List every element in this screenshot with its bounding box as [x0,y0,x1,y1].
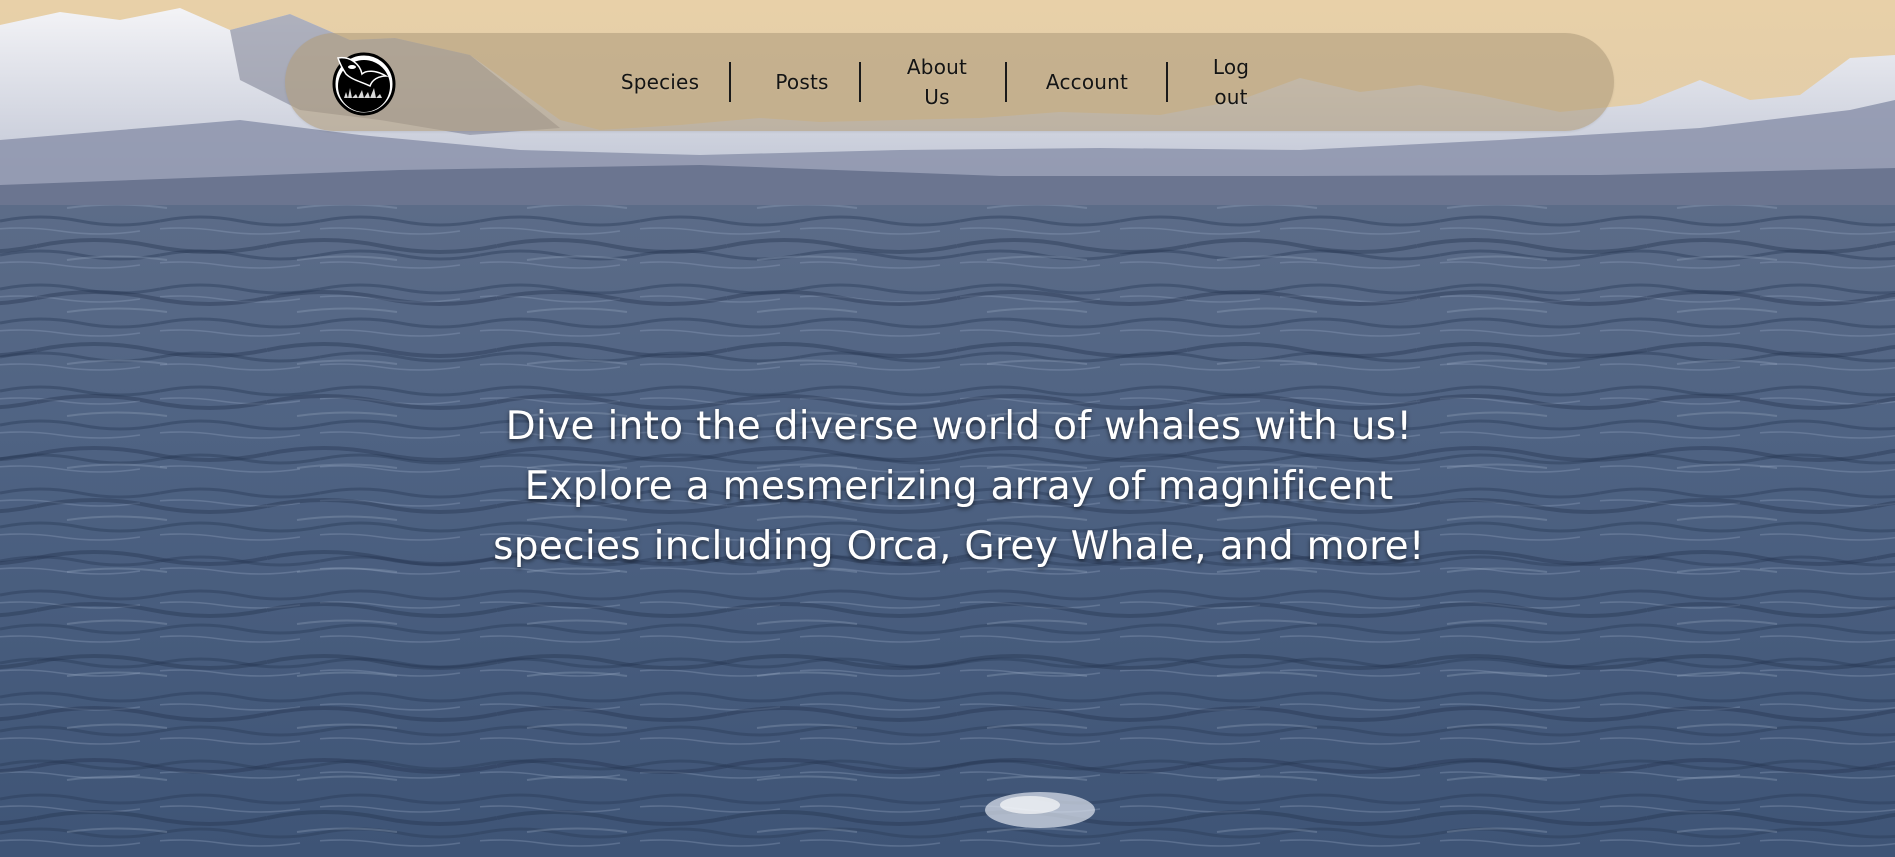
nav-divider [729,62,731,102]
nav-divider [859,62,861,102]
nav-item-account-label: Account [1045,70,1129,94]
hero-tagline: Dive into the diverse world of whales wi… [448,397,1470,577]
hero-tagline-line-2: Explore a mesmerizing array of magnifice… [524,464,1394,509]
nav-item-logout-label-line2: out [1214,85,1248,109]
hero-tagline-line-3: species including Orca, Grey Whale, and … [493,524,1425,569]
nav-item-about-us-label-line1: About [906,55,968,79]
nav-item-logout-label-line1: Log [1212,55,1250,79]
nav-item-species[interactable]: Species [605,33,715,131]
nav-divider [1005,62,1007,102]
nav-divider [1166,62,1168,102]
main-nav: Species Posts About Us Account Log out [285,33,1614,131]
nav-item-posts[interactable]: Posts [747,33,857,131]
hero-tagline-line-1: Dive into the diverse world of whales wi… [505,404,1413,449]
hero-section: Species Posts About Us Account Log out D… [0,0,1895,857]
nav-item-logout[interactable]: Log out [1181,33,1281,131]
nav-item-account[interactable]: Account [1023,33,1151,131]
nav-item-about-us-label-line2: Us [924,85,950,109]
nav-item-about-us[interactable]: About Us [877,33,997,131]
navigation-bar: Species Posts About Us Account Log out [285,33,1614,131]
nav-item-species-label: Species [620,70,700,94]
nav-item-posts-label: Posts [775,70,829,94]
